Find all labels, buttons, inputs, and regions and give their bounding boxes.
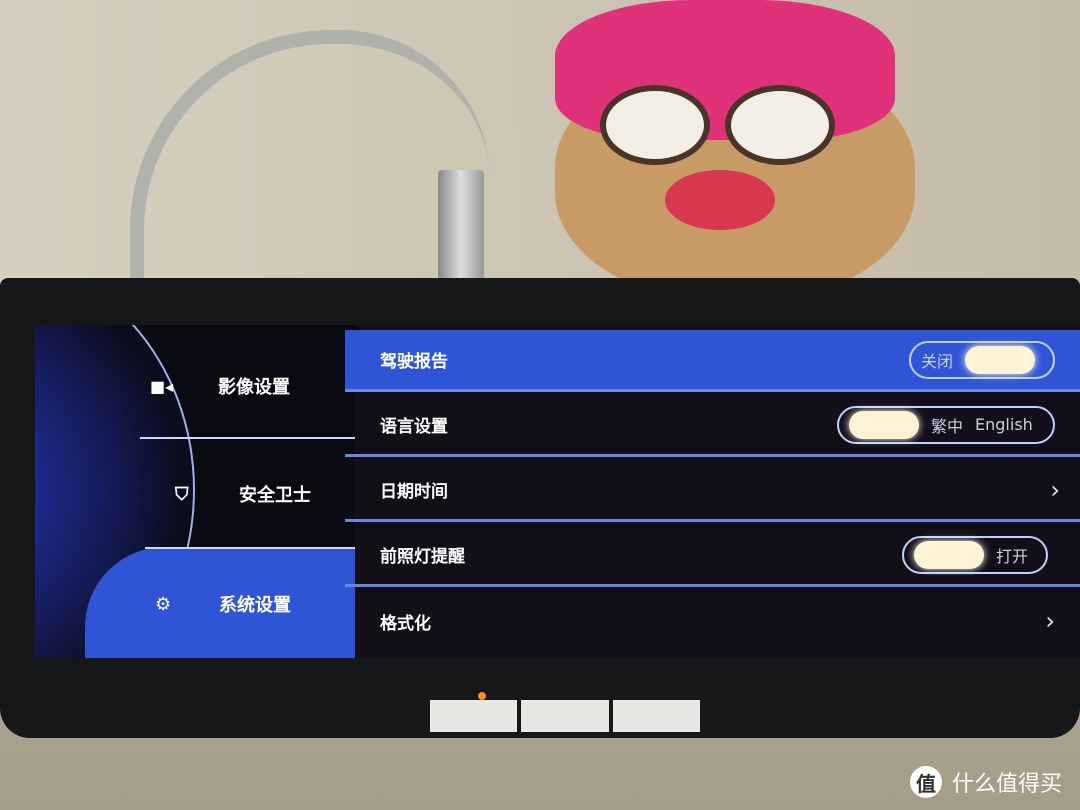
divider <box>140 437 355 439</box>
watermark-text: 什么值得买 <box>952 772 1063 797</box>
hardware-button[interactable] <box>521 700 609 732</box>
sidebar-item-system-settings[interactable]: ⚙ 系统设置 <box>155 591 291 617</box>
headlight-toggle[interactable]: 打开 <box>902 535 1048 574</box>
toggle-knob <box>849 410 919 439</box>
toggle-knob <box>914 540 984 569</box>
divider <box>145 547 355 549</box>
sidebar-item-video-settings[interactable]: ■◂ 影像设置 <box>150 373 290 399</box>
hardware-button[interactable] <box>612 700 700 732</box>
usb-plug <box>438 170 484 280</box>
hardware-buttons <box>430 700 700 732</box>
video-camera-icon: ■◂ <box>150 376 174 396</box>
status-led <box>478 692 486 700</box>
language-option[interactable]: 繁中 <box>931 413 963 437</box>
chevron-right-icon: › <box>1050 475 1060 504</box>
setting-driving-report[interactable]: 驾驶报告 关闭 <box>345 330 1080 392</box>
device-screen: ■◂ 影像设置 ⛉ 安全卫士 ⚙ 系统设置 驾驶报告 关闭 语言设置 繁中 En… <box>35 325 1080 658</box>
chevron-right-icon: › <box>1045 607 1055 635</box>
sidebar: ■◂ 影像设置 ⛉ 安全卫士 ⚙ 系统设置 <box>35 325 355 658</box>
setting-label: 驾驶报告 <box>380 352 448 372</box>
toggle-label: 打开 <box>996 546 1029 566</box>
watermark-logo: 值 <box>910 766 942 798</box>
shield-check-icon: ⛉ <box>175 483 189 505</box>
setting-datetime[interactable]: 日期时间 › <box>345 460 1080 522</box>
language-option[interactable]: English <box>975 415 1033 434</box>
language-toggle[interactable]: 繁中 English <box>837 405 1055 444</box>
setting-label: 语言设置 <box>380 417 448 437</box>
setting-label: 前照灯提醒 <box>380 547 465 567</box>
watermark: 值 什么值得买 <box>910 766 1062 798</box>
sidebar-item-label: 系统设置 <box>219 595 291 616</box>
sidebar-item-label: 影像设置 <box>218 377 290 398</box>
plush-toy <box>545 0 925 300</box>
setting-language[interactable]: 语言设置 繁中 English <box>345 395 1080 457</box>
setting-label: 日期时间 <box>380 482 448 502</box>
setting-headlight-reminder[interactable]: 前照灯提醒 打开 <box>345 525 1080 587</box>
driving-report-toggle[interactable]: 关闭 <box>909 340 1055 379</box>
toggle-knob <box>965 345 1036 374</box>
gear-icon: ⚙ <box>155 593 172 615</box>
setting-label: 格式化 <box>380 613 431 634</box>
sidebar-item-label: 安全卫士 <box>239 485 311 506</box>
hardware-button[interactable] <box>430 700 518 732</box>
sidebar-item-safety-guard[interactable]: ⛉ 安全卫士 <box>175 481 311 507</box>
setting-format[interactable]: 格式化 › <box>345 590 1080 652</box>
toggle-label: 关闭 <box>921 351 954 371</box>
